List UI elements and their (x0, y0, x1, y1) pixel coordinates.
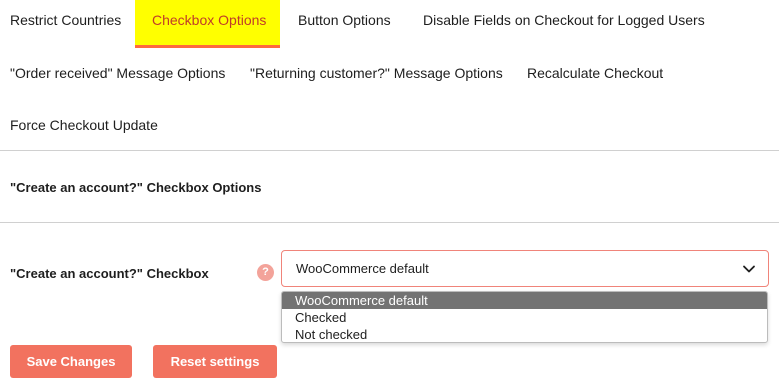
tab-restrict-countries[interactable]: Restrict Countries (10, 12, 121, 28)
tab-disable-fields[interactable]: Disable Fields on Checkout for Logged Us… (423, 12, 705, 28)
tab-button-options[interactable]: Button Options (298, 12, 391, 28)
tab-recalculate-checkout[interactable]: Recalculate Checkout (527, 65, 663, 81)
tab-returning-customer-message[interactable]: "Returning customer?" Message Options (250, 65, 503, 81)
option-checked[interactable]: Checked (282, 309, 767, 326)
select-current-value: WooCommerce default (296, 261, 429, 276)
help-icon[interactable]: ? (257, 264, 274, 281)
create-account-checkbox-label: "Create an account?" Checkbox (10, 266, 209, 281)
chevron-down-icon (743, 265, 755, 273)
section-title: "Create an account?" Checkbox Options (10, 180, 262, 195)
tabs-divider (0, 150, 779, 151)
section-divider (0, 222, 779, 223)
tab-force-checkout-update[interactable]: Force Checkout Update (10, 117, 158, 133)
tab-order-received-message[interactable]: "Order received" Message Options (10, 65, 225, 81)
settings-tabs: Restrict Countries Checkbox Options Butt… (0, 0, 779, 150)
option-not-checked[interactable]: Not checked (282, 326, 767, 342)
create-account-checkbox-select[interactable]: WooCommerce default (281, 250, 769, 287)
tab-checkbox-options[interactable]: Checkbox Options (135, 0, 280, 48)
reset-settings-button[interactable]: Reset settings (153, 345, 277, 378)
option-woocommerce-default[interactable]: WooCommerce default (282, 292, 767, 309)
select-options-dropdown: WooCommerce default Checked Not checked (281, 291, 768, 343)
save-changes-button[interactable]: Save Changes (10, 345, 132, 378)
